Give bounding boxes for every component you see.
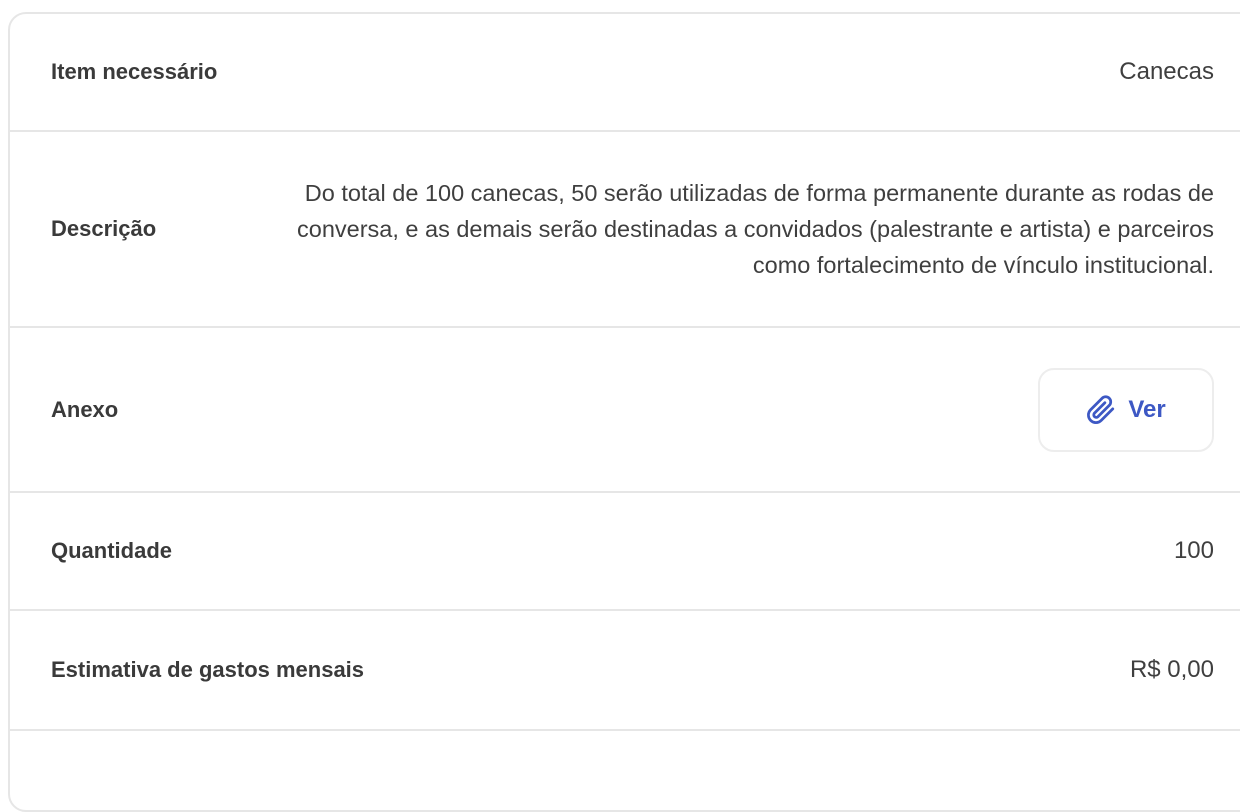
quantity-value: 100: [1173, 537, 1214, 564]
quantity-label: Quantidade: [51, 538, 173, 563]
view-attachment-button[interactable]: Ver: [1038, 367, 1214, 452]
description-value: Do total de 100 canecas, 50 serão utiliz…: [297, 180, 1214, 278]
item-label: Item necessário: [51, 59, 218, 84]
view-button-label: Ver: [1128, 395, 1166, 423]
attachment-row: Anexo Ver: [10, 328, 1240, 493]
item-row: Item necessário Canecas: [10, 14, 1240, 132]
estimate-label: Estimativa de gastos mensais: [51, 657, 365, 682]
paperclip-icon: [1086, 394, 1116, 425]
item-value: Canecas: [1119, 58, 1214, 85]
estimate-value: R$ 0,00: [1129, 656, 1214, 683]
estimate-row: Estimativa de gastos mensais R$ 0,00: [10, 611, 1240, 731]
description-row: Descrição Do total de 100 canecas, 50 se…: [10, 132, 1240, 328]
quantity-row: Quantidade 100: [10, 493, 1240, 611]
item-details-card: Item necessário Canecas Descrição Do tot…: [8, 12, 1240, 812]
description-label: Descrição: [51, 216, 157, 241]
attachment-label: Anexo: [51, 396, 119, 422]
